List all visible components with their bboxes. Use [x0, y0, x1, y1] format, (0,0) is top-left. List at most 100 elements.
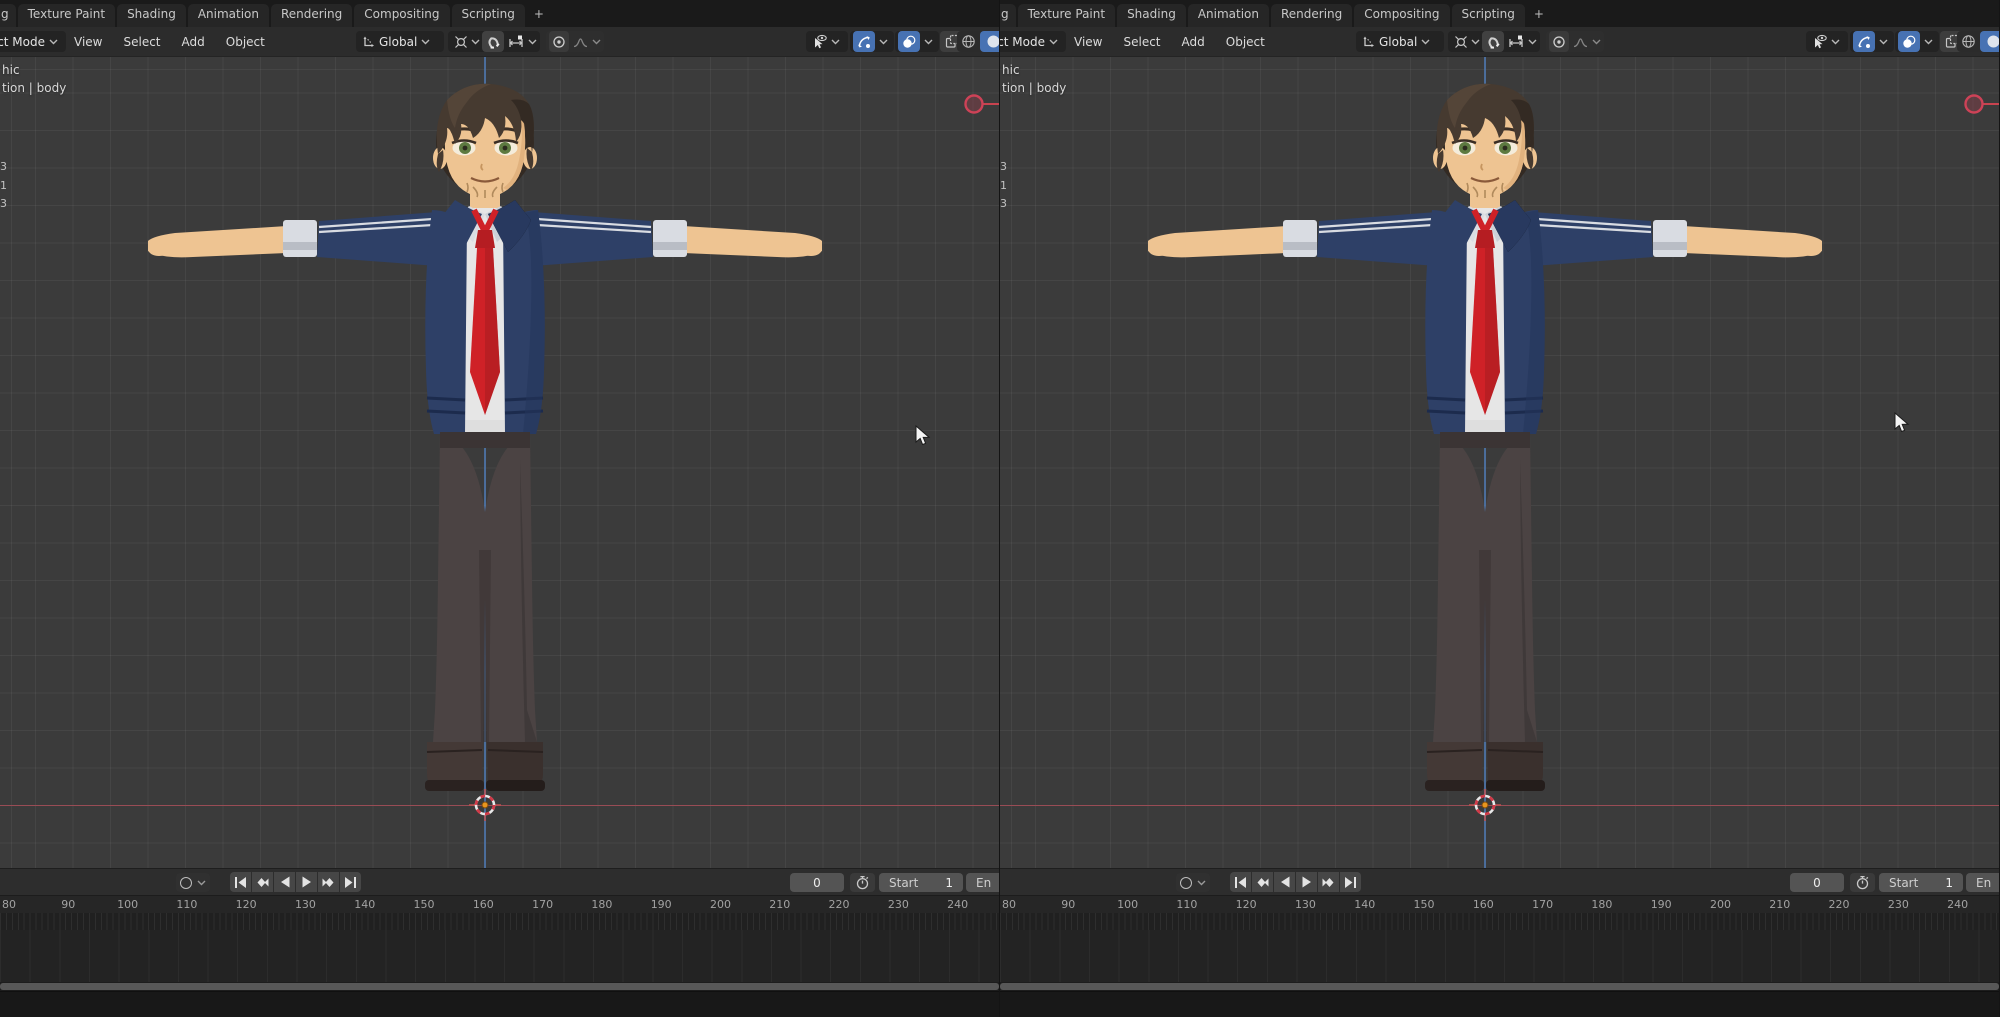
falloff-curve-icon[interactable] [573, 35, 588, 48]
workspace-tab[interactable]: Texture Paint [1018, 4, 1115, 27]
workspace-tab[interactable]: Animation [1188, 4, 1269, 27]
frame-end-field[interactable]: En [1966, 873, 2000, 892]
workspace-tab[interactable]: + [1527, 4, 1551, 27]
stats-line: 1 [0, 177, 7, 196]
chevron-down-icon [592, 39, 601, 45]
workspace-tab[interactable]: Shading [1117, 4, 1186, 27]
frame-end-field[interactable]: En [966, 873, 1000, 892]
viewport-menu[interactable]: Add [179, 33, 208, 51]
show-gizmo-toggle[interactable] [1853, 31, 1875, 52]
jump-to-start-button[interactable] [230, 872, 251, 892]
frame-start-field[interactable]: Start 1 [879, 873, 963, 892]
timeline-scrollbar[interactable] [1000, 983, 1999, 990]
proportional-size-icon[interactable] [1508, 35, 1524, 49]
workspace-tab[interactable]: Scripting [452, 4, 525, 27]
workspace-tab[interactable]: Compositing [1354, 4, 1449, 27]
viewport-menu[interactable]: View [1071, 33, 1105, 51]
character-model-lower[interactable] [135, 80, 835, 800]
gizmo-icon [1857, 35, 1871, 49]
ruler-frame-label: 120 [228, 898, 264, 911]
navigation-gizmo-x-ball[interactable] [962, 92, 999, 116]
viewport-menu[interactable]: Add [1179, 33, 1208, 51]
falloff-curve-icon[interactable] [1573, 35, 1588, 48]
current-frame-field[interactable]: 0 [1790, 873, 1844, 892]
workspace-tab[interactable]: + [527, 4, 551, 27]
workspace-tab[interactable]: Texture Paint [18, 4, 115, 27]
shading-wireframe-button[interactable] [1957, 31, 1980, 52]
proportional-editing-toggle[interactable] [549, 31, 569, 52]
view-name-overlay: hic [2, 63, 20, 77]
timeline-scrollbar[interactable] [0, 983, 999, 990]
viewport-menu[interactable]: View [71, 33, 105, 51]
auto-keying-group[interactable] [1176, 873, 1210, 892]
transform-orientation-dropdown[interactable]: Global [1356, 31, 1444, 52]
magnet-snap-toggle[interactable] [482, 31, 504, 52]
playback-controls [230, 872, 361, 892]
magnet-snap-toggle[interactable] [1482, 31, 1504, 52]
workspace-tab[interactable]: Compositing [354, 4, 449, 27]
frame-start-field[interactable]: Start 1 [1879, 873, 1963, 892]
workspace-tab[interactable]: g [0, 4, 16, 27]
snapping-proportional-group [1480, 31, 1540, 52]
timeline-tick-strip[interactable] [0, 913, 999, 930]
next-keyframe-button[interactable] [1318, 872, 1339, 892]
transform-orientation-icon [1362, 35, 1375, 48]
object-type-visibility-dropdown[interactable] [806, 31, 848, 52]
interaction-mode-dropdown[interactable]: ct Mode [0, 31, 66, 52]
shading-solid-button[interactable] [1980, 31, 2000, 52]
viewport-menu[interactable]: Select [120, 33, 163, 51]
prev-keyframe-button[interactable] [1252, 872, 1273, 892]
timeline-tracks[interactable] [0, 930, 999, 982]
play-reverse-button[interactable] [274, 872, 295, 892]
viewport-3d[interactable]: hic tion | body 313 [1000, 57, 1999, 868]
viewport-3d[interactable]: hic tion | body 313 [0, 57, 999, 868]
3d-cursor [1465, 785, 1505, 825]
play-button[interactable] [296, 872, 317, 892]
show-overlays-toggle[interactable] [898, 31, 920, 52]
navigation-gizmo-x-ball[interactable] [1962, 92, 1999, 116]
shading-wireframe-button[interactable] [957, 31, 980, 52]
preview-range-button[interactable] [850, 873, 875, 892]
snapping-proportional-group [480, 31, 540, 52]
prev-keyframe-button[interactable] [252, 872, 273, 892]
overlays-icon [902, 35, 916, 49]
transform-orientation-dropdown[interactable]: Global [356, 31, 444, 52]
next-keyframe-button[interactable] [318, 872, 339, 892]
proportional-size-icon[interactable] [508, 35, 524, 49]
3d-cursor [465, 785, 505, 825]
timeline-tracks[interactable] [1000, 930, 1999, 982]
interaction-mode-dropdown[interactable]: ct Mode [1000, 31, 1066, 52]
jump-to-end-button[interactable] [340, 872, 361, 892]
preview-range-button[interactable] [1850, 873, 1875, 892]
show-overlays-toggle[interactable] [1898, 31, 1920, 52]
auto-keying-group[interactable] [176, 873, 210, 892]
shading-solid-button[interactable] [980, 31, 1000, 52]
ruler-frame-label: 210 [1762, 898, 1798, 911]
jump-to-start-button[interactable] [1230, 872, 1251, 892]
workspace-tab[interactable]: Animation [188, 4, 269, 27]
timeline-ruler[interactable]: 8090100110120130140150160170180190200210… [1000, 895, 1999, 913]
object-type-visibility-dropdown[interactable] [1806, 31, 1848, 52]
workspace-tab[interactable]: Rendering [1271, 4, 1352, 27]
timeline-tick-strip[interactable] [1000, 913, 1999, 930]
play-button[interactable] [1296, 872, 1317, 892]
character-model-lower[interactable] [1135, 80, 1835, 800]
viewport-menu[interactable]: Select [1120, 33, 1163, 51]
workspace-tab[interactable]: Scripting [1452, 4, 1525, 27]
jump-to-end-button[interactable] [1340, 872, 1361, 892]
timeline-ruler[interactable]: 8090100110120130140150160170180190200210… [0, 895, 999, 913]
ruler-frame-label: 150 [1406, 898, 1442, 911]
viewport-menu[interactable]: Object [1223, 33, 1268, 51]
play-reverse-button[interactable] [1274, 872, 1295, 892]
viewport-menu[interactable]: Object [223, 33, 268, 51]
workspace-tab[interactable]: Rendering [271, 4, 352, 27]
show-gizmo-toggle[interactable] [853, 31, 875, 52]
workspace-tab[interactable]: Shading [117, 4, 186, 27]
proportional-circle-icon [552, 35, 566, 49]
chevron-down-icon [528, 39, 537, 45]
workspace-tab-bar: gTexture PaintShadingAnimationRenderingC… [0, 0, 999, 27]
ruler-frame-label: 110 [1169, 898, 1205, 911]
proportional-editing-toggle[interactable] [1549, 31, 1569, 52]
workspace-tab[interactable]: g [1000, 4, 1016, 27]
current-frame-field[interactable]: 0 [790, 873, 844, 892]
